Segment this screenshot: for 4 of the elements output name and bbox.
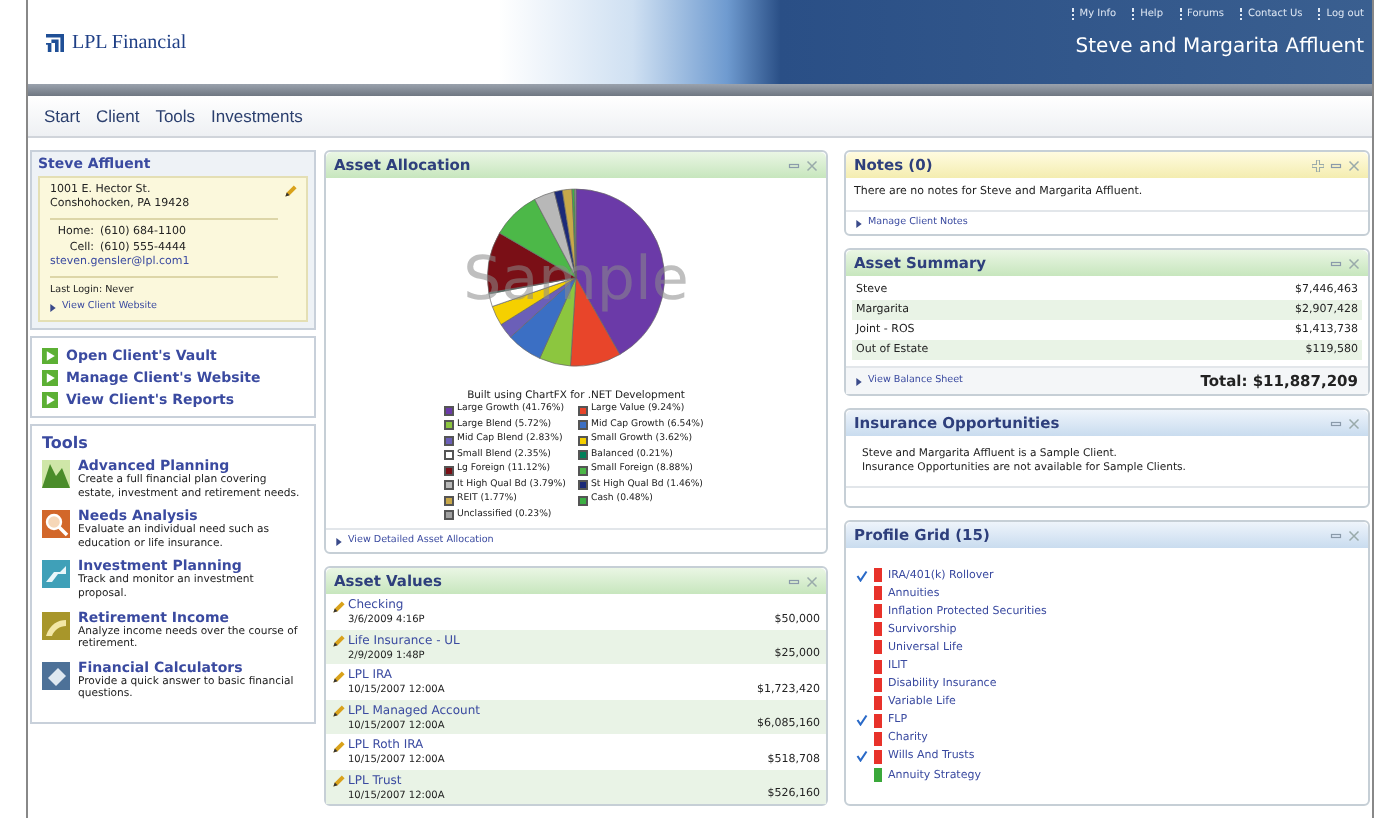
client-title: Steve and Margarita Affluent [1075,36,1364,58]
logo-text: LPL Financial [72,31,187,53]
sample-label: Sample [463,244,689,315]
tools-heading: Tools [42,434,90,452]
